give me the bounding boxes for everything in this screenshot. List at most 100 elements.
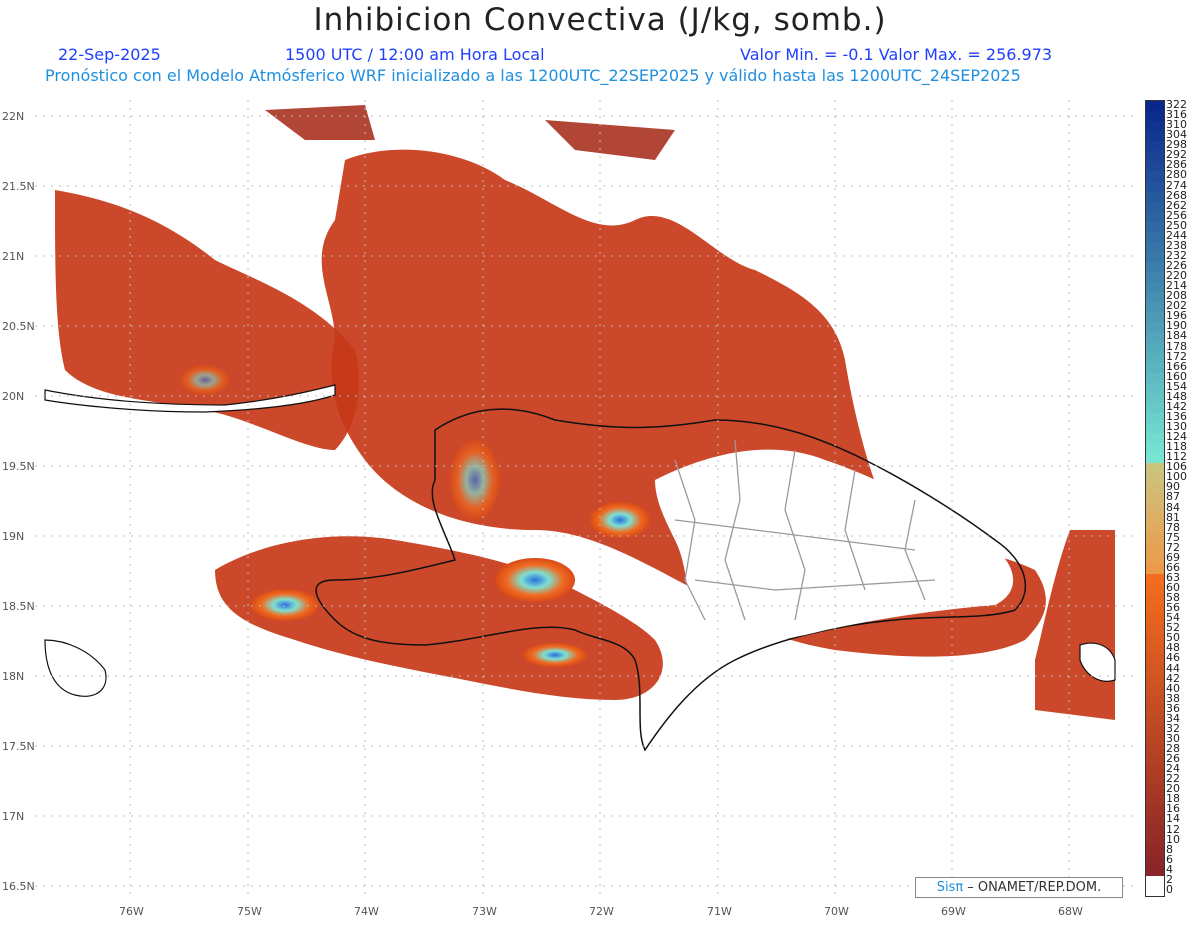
legend-swatch (1146, 614, 1164, 625)
lat-label: 20.5N (2, 320, 35, 333)
legend-swatch (1146, 332, 1164, 344)
legend-swatch (1146, 372, 1164, 384)
legend-swatch (1146, 795, 1164, 806)
legend-swatch (1146, 594, 1164, 605)
legend-swatch (1146, 362, 1164, 374)
forecast-subtitle: Pronóstico con el Modelo Atmósferico WRF… (45, 66, 1021, 85)
legend-swatch (1146, 412, 1164, 424)
forecast-time: 1500 UTC / 12:00 am Hora Local (285, 45, 545, 64)
legend-swatch (1146, 211, 1164, 223)
lat-label: 22N (2, 110, 25, 123)
jamaica-island (44, 639, 107, 697)
legend-swatch (1146, 825, 1164, 837)
legend-swatch (1146, 604, 1164, 615)
legend-swatch (1146, 573, 1164, 585)
legend-swatch (1146, 141, 1164, 152)
legend-swatch (1146, 815, 1164, 827)
legend-swatch (1146, 684, 1164, 696)
lon-label: 68W (1058, 905, 1083, 918)
legend-swatch (1146, 644, 1164, 655)
legend-swatch (1146, 272, 1164, 283)
credit-logo: Sisπ (936, 880, 964, 895)
lat-label: 16.5N (2, 880, 35, 893)
lat-label: 19.5N (2, 460, 35, 473)
legend-swatch (1146, 101, 1164, 112)
legend-swatch (1146, 111, 1164, 122)
legend-swatch (1146, 634, 1164, 645)
legend-swatch (1146, 584, 1164, 595)
legend-swatch (1146, 191, 1164, 203)
legend-swatch (1146, 875, 1164, 887)
legend-swatch (1146, 251, 1164, 263)
legend-swatch (1146, 302, 1164, 313)
value-range: Valor Min. = -0.1 Valor Max. = 256.973 (740, 45, 1053, 64)
legend-swatch (1146, 664, 1164, 676)
legend-swatch (1146, 402, 1164, 414)
legend-swatch (1146, 463, 1164, 474)
lat-label: 18.5N (2, 600, 35, 613)
legend-swatch (1146, 231, 1164, 243)
cin-field-east (1035, 530, 1115, 720)
legend-swatch (1146, 483, 1164, 494)
legend-swatch (1146, 292, 1164, 303)
legend-swatch (1146, 805, 1164, 816)
lon-label: 74W (354, 905, 379, 918)
lat-label: 19N (2, 530, 25, 543)
legend-swatch (1146, 553, 1164, 565)
legend-swatch (1146, 563, 1164, 575)
map-panel (35, 100, 1135, 895)
legend-swatch (1146, 785, 1164, 796)
lon-label: 76W (119, 905, 144, 918)
legend-swatch (1146, 312, 1164, 323)
legend-swatch (1146, 262, 1164, 273)
legend-swatch (1146, 694, 1164, 706)
cin-field-top-right (265, 105, 375, 140)
legend-swatch (1146, 201, 1164, 213)
legend-swatch (1146, 171, 1164, 182)
lat-label: 20N (2, 390, 25, 403)
cin-hotspot-3 (590, 502, 650, 538)
legend-swatch (1146, 835, 1164, 847)
legend-swatch (1146, 423, 1164, 434)
legend-swatch (1146, 654, 1164, 666)
lat-label: 21N (2, 250, 25, 263)
lon-label: 75W (237, 905, 262, 918)
legend-swatch (1146, 855, 1164, 867)
lon-label: 69W (941, 905, 966, 918)
legend-swatch (1146, 865, 1164, 877)
legend-swatch (1146, 241, 1164, 253)
legend-swatch (1146, 714, 1164, 726)
legend-swatch (1146, 533, 1164, 545)
legend-swatch (1146, 734, 1164, 746)
legend-swatch (1146, 392, 1164, 404)
legend-swatch (1146, 724, 1164, 736)
legend-swatch (1146, 704, 1164, 716)
map-title: Inhibicion Convectiva (J/kg, somb.) (313, 2, 887, 38)
credit-text: – ONAMET/REP.DOM. (967, 880, 1102, 895)
legend-swatch (1146, 342, 1164, 354)
legend-swatch (1146, 352, 1164, 364)
color-legend-bar (1145, 100, 1165, 897)
lon-label: 72W (589, 905, 614, 918)
legend-swatch (1146, 765, 1164, 776)
map-canvas (35, 100, 1135, 895)
cin-hotspot-5 (450, 440, 500, 520)
legend-swatch (1146, 755, 1164, 766)
legend-swatch (1146, 322, 1164, 333)
lat-label: 21.5N (2, 180, 35, 193)
lat-label: 17N (2, 810, 25, 823)
cin-hotspot-2 (251, 589, 319, 621)
lon-label: 71W (707, 905, 732, 918)
cin-hotspot-6 (180, 365, 230, 395)
lat-label: 17.5N (2, 740, 35, 753)
legend-swatch (1146, 473, 1164, 484)
legend-swatch (1146, 674, 1164, 686)
cin-hotspot-1 (495, 558, 575, 602)
legend-swatch (1146, 543, 1164, 555)
legend-swatch (1146, 221, 1164, 233)
legend-swatch (1146, 151, 1164, 162)
legend-swatch (1146, 161, 1164, 172)
legend-swatch (1146, 433, 1164, 444)
legend-label: 0 (1166, 882, 1173, 896)
legend-swatch (1146, 503, 1164, 515)
